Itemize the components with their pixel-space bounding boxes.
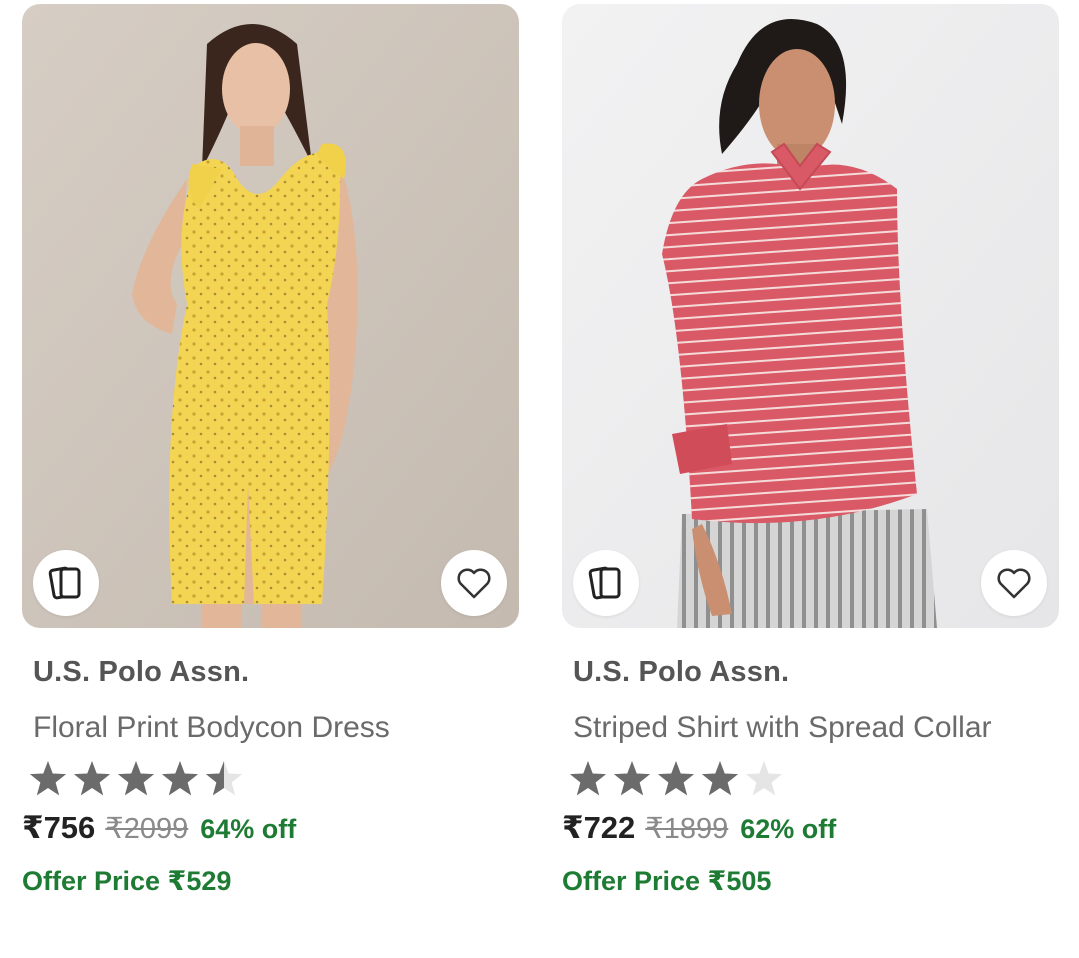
price-row: ₹722 ₹1899 62% off	[562, 810, 1059, 846]
offer-price: Offer Price ₹529	[22, 866, 232, 896]
wishlist-button[interactable]	[981, 550, 1047, 616]
star-icon	[613, 761, 651, 796]
product-name[interactable]: Floral Print Bodycon Dress	[33, 707, 493, 748]
product-photo-pink-shirt	[562, 4, 1059, 628]
star-rating	[29, 761, 243, 796]
discount-badge: 62% off	[740, 814, 837, 844]
star-icon	[161, 761, 199, 796]
star-icon	[73, 761, 111, 796]
original-price: ₹1899	[645, 813, 729, 845]
star-icon	[569, 761, 607, 796]
product-card[interactable]: U.S. Polo Assn. Floral Print Bodycon Dre…	[22, 0, 519, 897]
compare-button[interactable]	[33, 550, 99, 616]
star-empty-icon	[745, 761, 783, 796]
product-brand: U.S. Polo Assn.	[573, 656, 790, 688]
rating-stars	[26, 760, 519, 800]
original-price: ₹2099	[105, 813, 189, 845]
star-icon	[117, 761, 155, 796]
product-photo-yellow-dress	[22, 4, 519, 628]
offer-price: Offer Price ₹505	[562, 866, 772, 896]
star-icon	[29, 761, 67, 796]
product-name[interactable]: Striped Shirt with Spread Collar	[573, 707, 1033, 748]
price-row: ₹756 ₹2099 64% off	[22, 810, 519, 846]
product-grid: U.S. Polo Assn. Floral Print Bodycon Dre…	[0, 0, 1079, 958]
wishlist-button[interactable]	[441, 550, 507, 616]
rating-stars	[566, 760, 1059, 800]
compare-cards-icon	[588, 566, 621, 600]
heart-icon	[457, 568, 491, 599]
star-icon	[701, 761, 739, 796]
discount-badge: 64% off	[200, 814, 297, 844]
product-card[interactable]: U.S. Polo Assn. Striped Shirt with Sprea…	[562, 0, 1059, 897]
product-image[interactable]	[562, 4, 1059, 628]
star-icon	[657, 761, 695, 796]
product-image[interactable]	[22, 4, 519, 628]
star-rating	[569, 761, 783, 796]
selling-price: ₹722	[562, 810, 636, 845]
compare-cards-icon	[48, 566, 81, 600]
product-brand: U.S. Polo Assn.	[33, 656, 250, 688]
heart-icon	[997, 568, 1031, 599]
selling-price: ₹756	[22, 810, 96, 845]
compare-button[interactable]	[573, 550, 639, 616]
